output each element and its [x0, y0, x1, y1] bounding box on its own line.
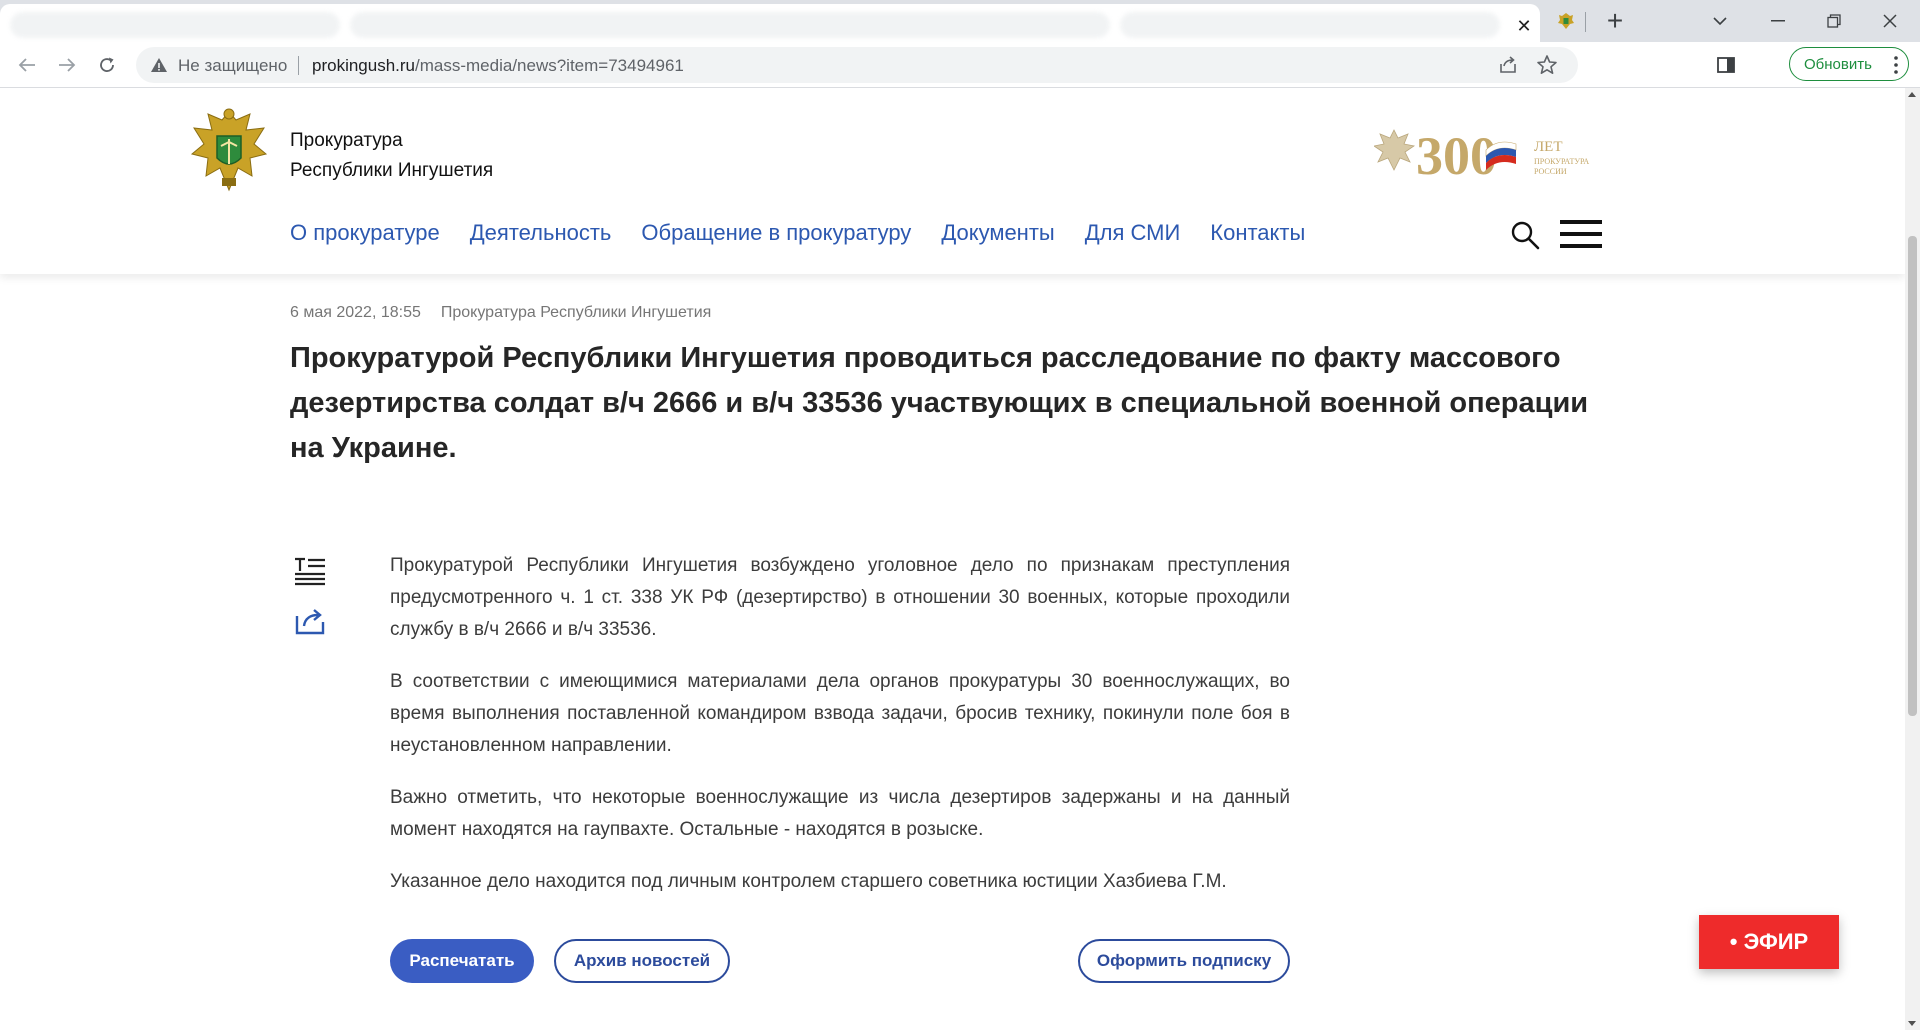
article-body: Прокуратурой Республики Ингушетия возбуж… — [390, 550, 1290, 918]
article-date: 6 мая 2022, 18:55 — [290, 304, 421, 321]
back-button[interactable] — [12, 50, 42, 80]
article-paragraph: В соответствии с имеющимися материалами … — [390, 671, 1290, 756]
anniversary-number: 300 — [1416, 126, 1497, 186]
nav-activity[interactable]: Деятельность — [470, 220, 612, 246]
org-name-line2: Республики Ингушетия — [290, 160, 494, 181]
minimize-icon — [1771, 20, 1785, 22]
update-label: Обновить — [1804, 55, 1872, 73]
anniversary-word: ЛЕТ — [1534, 139, 1563, 155]
search-icon[interactable] — [1510, 220, 1540, 250]
kebab-menu-icon — [1894, 56, 1898, 74]
anniversary-line1: ПРОКУРАТУРА — [1534, 157, 1589, 166]
article-paragraph: Важно отметить, что некоторые военнослуж… — [390, 787, 1290, 840]
nav-appeal[interactable]: Обращение в прокуратуру — [641, 220, 911, 246]
window-close-button[interactable] — [1870, 6, 1910, 36]
tab-search-button[interactable] — [1700, 6, 1740, 36]
chevron-down-icon — [1713, 17, 1727, 26]
reload-button[interactable] — [92, 50, 122, 80]
url-text[interactable]: prokingush.ru/mass-media/news?item=73494… — [312, 56, 684, 76]
insecure-label[interactable]: Не защищено — [178, 56, 287, 76]
arrow-left-icon — [18, 58, 35, 72]
new-tab-button[interactable]: + — [1600, 6, 1630, 36]
anniversary-300-logo: 300 ЛЕТ ПРОКУРАТУРА РОССИИ — [1374, 126, 1589, 186]
nav-contacts[interactable]: Контакты — [1210, 220, 1305, 246]
news-archive-button[interactable]: Архив новостей — [554, 939, 730, 983]
bookmark-star-icon[interactable] — [1536, 54, 1558, 76]
site-header: Прокуратура Республики Ингушетия 300 ЛЕТ… — [0, 88, 1905, 274]
org-name-line1: Прокуратура — [290, 130, 403, 151]
side-panel-icon[interactable] — [1716, 55, 1736, 75]
window-minimize-button[interactable] — [1758, 6, 1798, 36]
article-source: Прокуратура Республики Ингушетия — [440, 304, 712, 321]
tab-redacted — [1120, 12, 1500, 38]
article-title: Прокуратурой Республики Ингушетия провод… — [290, 342, 1589, 464]
site-favicon-icon[interactable] — [1556, 11, 1576, 31]
share-icon[interactable] — [1498, 55, 1518, 75]
browser-tabstrip: ✕ + — [0, 0, 1920, 42]
organization-name[interactable]: Прокуратура Республики Ингушетия — [290, 126, 493, 186]
url-path: /mass-media/news?item=73494961 — [415, 56, 684, 75]
print-button[interactable]: Распечатать — [390, 939, 534, 983]
warning-icon[interactable] — [150, 56, 168, 74]
window-restore-button[interactable] — [1814, 6, 1854, 36]
web-page: Прокуратура Республики Ингушетия 300 ЛЕТ… — [0, 88, 1905, 1030]
article-paragraph: Прокуратурой Республики Ингушетия возбуж… — [390, 555, 1290, 640]
live-broadcast-button[interactable]: • ЭФИР — [1699, 915, 1839, 969]
main-navigation: О прокуратуре Деятельность Обращение в п… — [290, 220, 1305, 246]
article-meta: 6 мая 2022, 18:55 Прокуратура Республики… — [290, 304, 711, 322]
tab-redacted — [10, 12, 340, 38]
active-tab[interactable]: ✕ — [0, 4, 1540, 42]
forward-button[interactable] — [52, 50, 82, 80]
share-article-icon[interactable] — [294, 606, 326, 636]
scrollbar-thumb[interactable] — [1908, 236, 1917, 716]
reload-icon — [100, 57, 114, 72]
nav-media[interactable]: Для СМИ — [1085, 220, 1181, 246]
tab-separator — [1585, 12, 1586, 32]
nav-about[interactable]: О прокуратуре — [290, 220, 440, 246]
anniversary-line2: РОССИИ — [1534, 167, 1567, 176]
text-size-icon[interactable] — [294, 556, 326, 586]
arrow-right-icon — [59, 58, 76, 72]
scroll-down-arrow-icon[interactable] — [1908, 1021, 1916, 1026]
scroll-up-arrow-icon[interactable] — [1908, 92, 1916, 97]
omnibox-divider — [298, 56, 299, 75]
tab-close-icon[interactable]: ✕ — [1514, 16, 1534, 36]
nav-documents[interactable]: Документы — [941, 220, 1054, 246]
update-browser-button[interactable]: Обновить — [1789, 47, 1909, 81]
article-paragraph: Указанное дело находится под личным конт… — [390, 871, 1227, 892]
subscribe-button[interactable]: Оформить подписку — [1078, 939, 1290, 983]
hamburger-menu-icon[interactable] — [1560, 218, 1602, 250]
browser-toolbar: Не защищено prokingush.ru/mass-media/new… — [0, 42, 1920, 88]
url-host: prokingush.ru — [312, 56, 416, 75]
restore-icon — [1827, 14, 1841, 28]
close-icon — [1883, 14, 1897, 28]
prosecutor-emblem-icon[interactable] — [188, 106, 270, 196]
tab-redacted — [350, 12, 1110, 38]
page-scrollbar[interactable] — [1905, 88, 1920, 1030]
address-bar[interactable]: Не защищено prokingush.ru/mass-media/new… — [136, 47, 1578, 83]
